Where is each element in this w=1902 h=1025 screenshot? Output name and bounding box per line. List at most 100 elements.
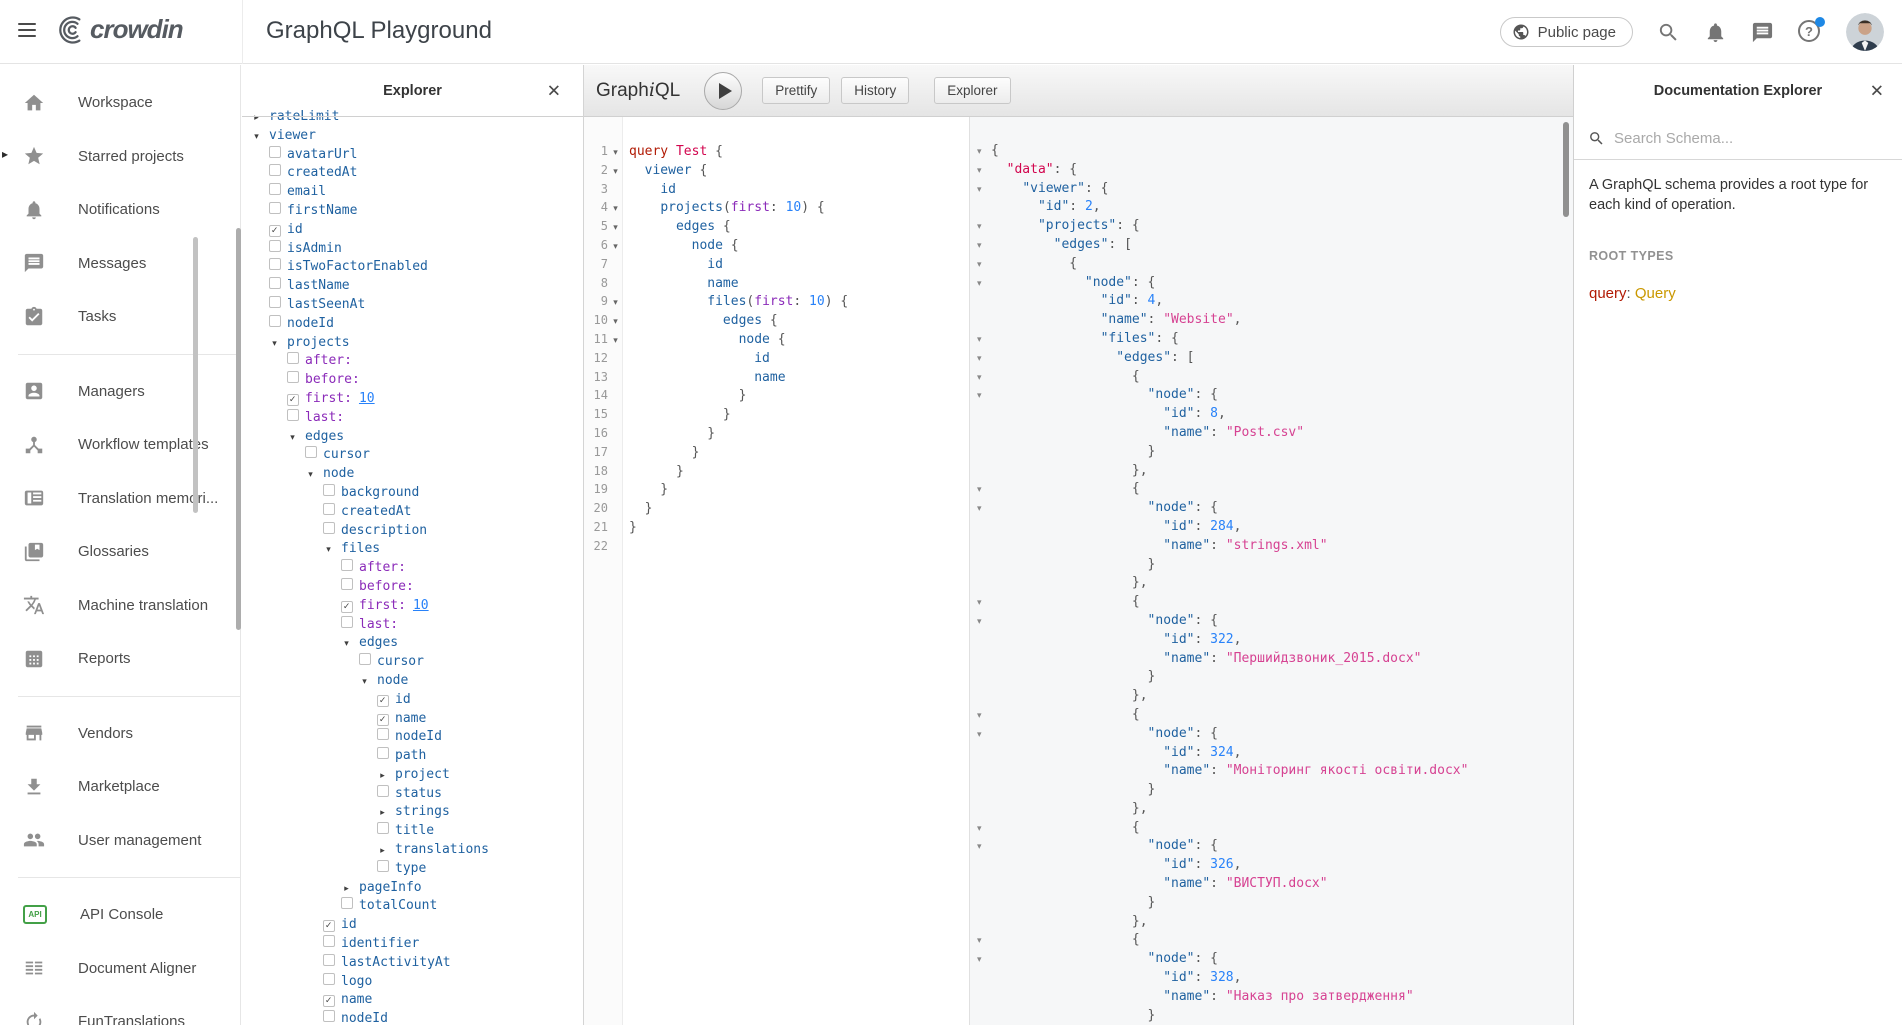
checkbox-icon[interactable] [323,954,335,966]
tree-row-createdat[interactable]: createdAt [242,503,583,522]
sidebar-item-funtranslations[interactable]: FunTranslations [0,995,240,1025]
tree-row-node[interactable]: ▾node [242,672,583,691]
checkbox-icon[interactable] [323,484,335,496]
tree-row-viewer[interactable]: ▾viewer [242,127,583,146]
checkbox-icon[interactable] [377,747,389,759]
sidebar-item-api-console[interactable]: APIAPI Console [0,888,240,942]
checkbox-icon[interactable] [287,371,299,383]
tree-row-logo[interactable]: logo [242,973,583,992]
fold-arrow-icon[interactable]: ▾ [608,331,623,350]
tree-row-translations[interactable]: ▸translations [242,841,583,860]
tree-row-project[interactable]: ▸project [242,766,583,785]
chevron-down-icon[interactable]: ▾ [358,672,371,691]
checkbox-icon[interactable] [341,578,353,590]
chevron-down-icon[interactable]: ▾ [250,127,263,146]
sidebar-item-reports[interactable]: Reports [0,632,240,686]
tree-row-projects[interactable]: ▾projects [242,334,583,353]
checkbox-checked-icon[interactable]: ✓ [323,920,335,932]
sidebar-item-glossaries[interactable]: Glossaries [0,525,240,579]
tree-row-background[interactable]: background [242,484,583,503]
checkbox-checked-icon[interactable]: ✓ [377,714,389,726]
checkbox-icon[interactable] [377,860,389,872]
checkbox-checked-icon[interactable]: ✓ [269,225,281,237]
tree-row-pageinfo[interactable]: ▸pageInfo [242,879,583,898]
chevron-down-icon[interactable]: ▾ [268,334,281,353]
search-icon[interactable] [1657,21,1680,44]
fold-arrow-icon[interactable]: ▾ [970,236,991,255]
tree-row-last[interactable]: last: [242,616,583,635]
checkbox-icon[interactable] [323,522,335,534]
root-type-link[interactable]: Query [1635,285,1676,302]
user-avatar[interactable] [1846,13,1884,51]
fold-arrow-icon[interactable]: ▾ [608,199,623,218]
tree-row-first[interactable]: ✓first:10 [242,597,583,616]
checkbox-icon[interactable] [269,183,281,195]
tree-row-edges[interactable]: ▾edges [242,428,583,447]
fold-arrow-icon[interactable]: ▾ [970,950,991,969]
checkbox-icon[interactable] [269,164,281,176]
fold-arrow-icon[interactable]: ▾ [608,162,623,181]
tree-row-id[interactable]: ✓id [242,691,583,710]
tree-row-path[interactable]: path [242,747,583,766]
tree-row-before[interactable]: before: [242,578,583,597]
fold-arrow-icon[interactable]: ▾ [970,255,991,274]
tree-row-name[interactable]: ✓name [242,991,583,1010]
fold-arrow-icon[interactable]: ▾ [970,274,991,293]
search-schema-input[interactable] [1614,130,1864,147]
history-button[interactable]: History [841,77,909,104]
fold-arrow-icon[interactable]: ▾ [970,612,991,631]
checkbox-icon[interactable] [323,973,335,985]
sidebar-item-marketplace[interactable]: Marketplace [0,760,240,814]
checkbox-icon[interactable] [377,728,389,740]
chevron-right-icon[interactable]: ▸ [340,879,353,898]
fold-arrow-icon[interactable]: ▾ [970,819,991,838]
fold-arrow-icon[interactable]: ▾ [970,330,991,349]
tree-row-nodeid[interactable]: nodeId [242,728,583,747]
checkbox-icon[interactable] [341,559,353,571]
query-editor[interactable]: 1▾query Test {2▾ viewer {3 id4▾ projects… [584,117,969,1025]
checkbox-icon[interactable] [341,616,353,628]
checkbox-icon[interactable] [359,653,371,665]
sidebar-item-workflow-templates[interactable]: Workflow templates [0,418,240,472]
checkbox-icon[interactable] [287,352,299,364]
checkbox-checked-icon[interactable]: ✓ [323,995,335,1007]
fold-arrow-icon[interactable]: ▾ [970,480,991,499]
fold-arrow-icon[interactable]: ▾ [608,218,623,237]
checkbox-icon[interactable] [305,446,317,458]
tree-row-email[interactable]: email [242,183,583,202]
hamburger-menu-icon[interactable] [18,23,36,39]
tree-row-istwofactorenabled[interactable]: isTwoFactorEnabled [242,258,583,277]
tree-row-description[interactable]: description [242,522,583,541]
notifications-bell-icon[interactable] [1704,21,1727,44]
chevron-right-icon[interactable]: ▸ [376,841,389,860]
fold-arrow-icon[interactable]: ▾ [608,293,623,312]
tree-row-cursor[interactable]: cursor [242,653,583,672]
sidebar-item-machine-translation[interactable]: Machine translation [0,579,240,633]
tree-row-edges[interactable]: ▾edges [242,634,583,653]
checkbox-icon[interactable] [377,785,389,797]
checkbox-icon[interactable] [269,146,281,158]
sidebar-item-document-aligner[interactable]: Document Aligner [0,942,240,996]
chevron-down-icon[interactable]: ▾ [304,465,317,484]
tree-row-after[interactable]: after: [242,559,583,578]
fold-arrow-icon[interactable]: ▾ [970,217,991,236]
sidebar-item-tasks[interactable]: Tasks [0,290,240,344]
tree-row-avatarurl[interactable]: avatarUrl [242,146,583,165]
sidebar-item-translation-memori[interactable]: Translation memori... [0,472,240,526]
tree-row-after[interactable]: after: [242,352,583,371]
checkbox-icon[interactable] [269,315,281,327]
tree-row-name[interactable]: ✓name [242,710,583,729]
tree-row-before[interactable]: before: [242,371,583,390]
fold-arrow-icon[interactable]: ▾ [970,593,991,612]
explorer-close-icon[interactable]: ✕ [547,82,561,99]
tree-row-identifier[interactable]: identifier [242,935,583,954]
checkbox-icon[interactable] [377,822,389,834]
checkbox-icon[interactable] [287,409,299,421]
checkbox-icon[interactable] [323,1010,335,1022]
checkbox-checked-icon[interactable]: ✓ [287,394,299,406]
tree-row-lastname[interactable]: lastName [242,277,583,296]
tree-row-title[interactable]: title [242,822,583,841]
checkbox-checked-icon[interactable]: ✓ [377,695,389,707]
argument-value[interactable]: 10 [359,390,375,409]
explorer-scrollbar-thumb[interactable] [236,228,241,630]
